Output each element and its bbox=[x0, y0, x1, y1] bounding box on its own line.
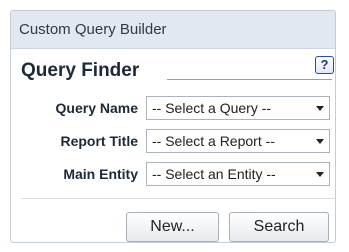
chevron-down-icon bbox=[316, 106, 324, 111]
chevron-down-icon bbox=[316, 139, 324, 144]
divider bbox=[21, 198, 336, 199]
report-title-value: -- Select a Report -- bbox=[152, 133, 275, 149]
report-title-label: Report Title bbox=[60, 133, 138, 149]
main-entity-row: Main Entity -- Select an Entity -- bbox=[0, 162, 349, 188]
help-icon[interactable]: ? bbox=[315, 56, 334, 74]
query-name-value: -- Select a Query -- bbox=[152, 100, 272, 116]
panel-header: Custom Query Builder bbox=[11, 11, 335, 49]
search-button[interactable]: Search bbox=[229, 212, 329, 242]
query-finder-title: Query Finder bbox=[21, 60, 140, 82]
query-name-label: Query Name bbox=[55, 100, 138, 116]
report-title-row: Report Title -- Select a Report -- bbox=[0, 129, 349, 155]
query-name-select[interactable]: -- Select a Query -- bbox=[146, 96, 330, 120]
section-rule bbox=[167, 79, 332, 80]
report-title-select[interactable]: -- Select a Report -- bbox=[146, 129, 330, 153]
main-entity-select[interactable]: -- Select an Entity -- bbox=[146, 162, 330, 186]
custom-query-builder-panel: Custom Query Builder bbox=[10, 10, 336, 243]
new-button[interactable]: New... bbox=[126, 212, 219, 242]
chevron-down-icon bbox=[316, 172, 324, 177]
main-entity-value: -- Select an Entity -- bbox=[152, 166, 276, 182]
main-entity-label: Main Entity bbox=[63, 166, 138, 182]
query-finder-section: Query Finder ? bbox=[21, 56, 334, 84]
query-name-row: Query Name -- Select a Query -- bbox=[0, 96, 349, 122]
